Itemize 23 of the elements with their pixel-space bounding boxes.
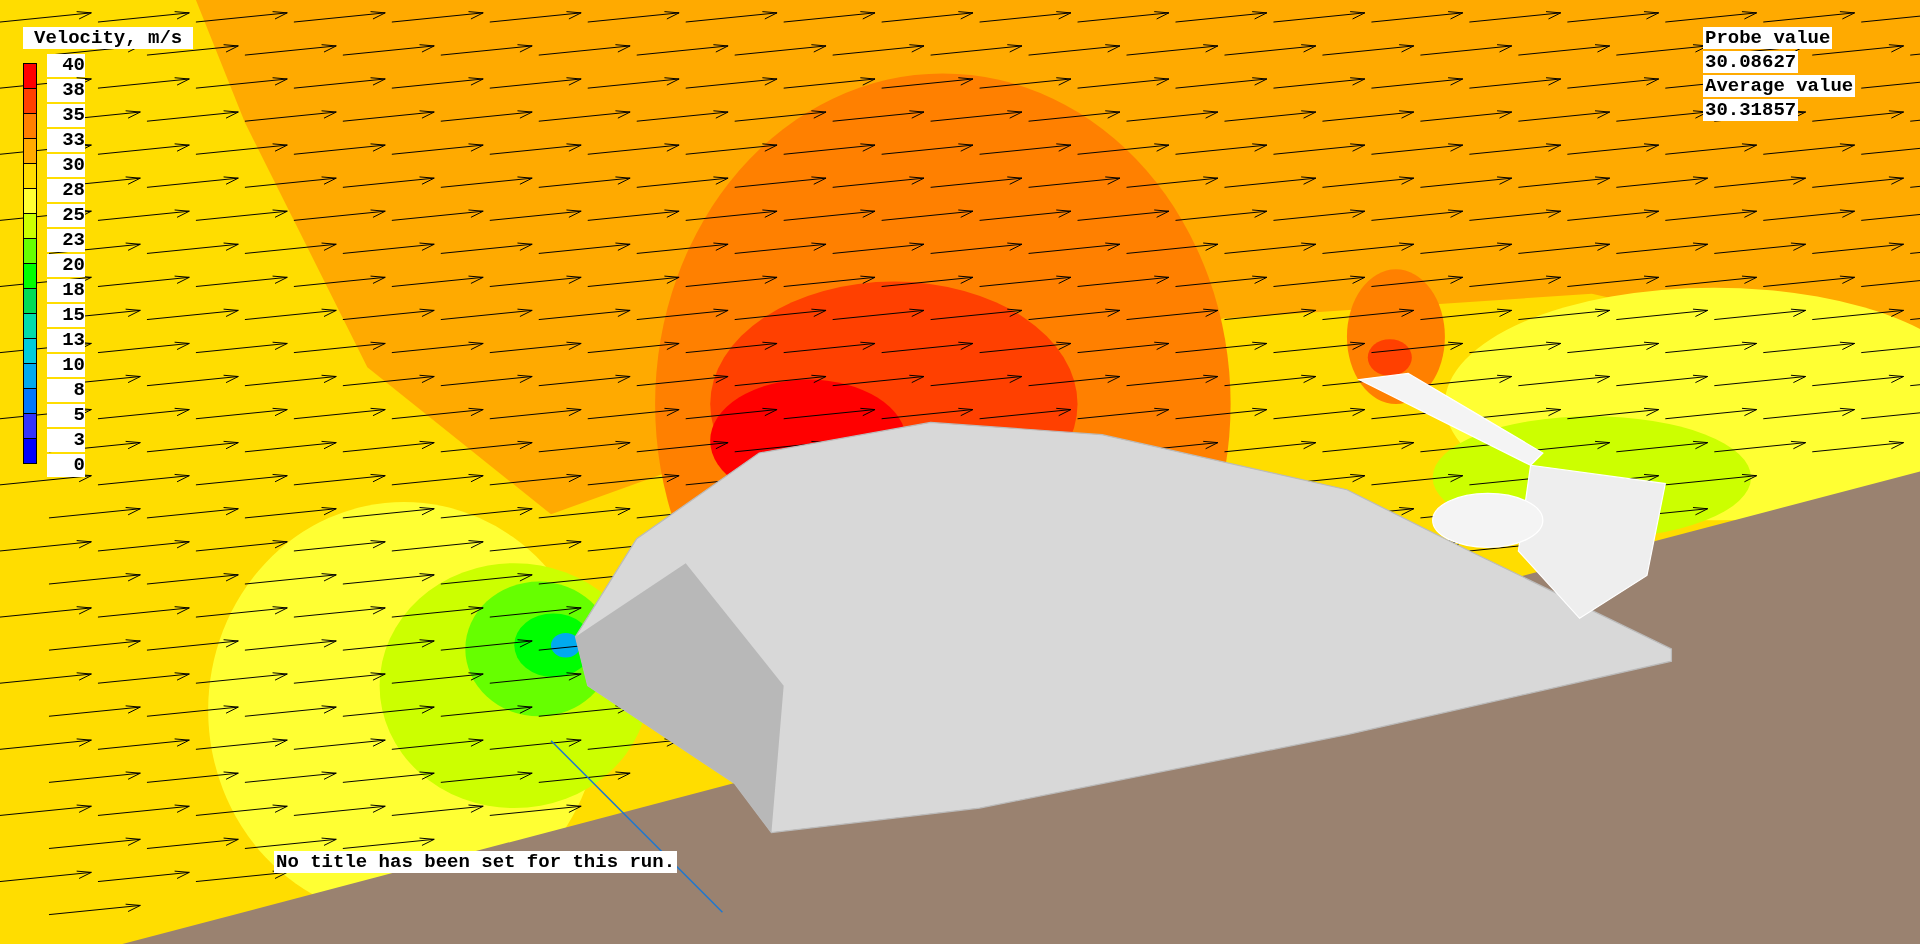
legend-value: 28 <box>47 179 85 202</box>
legend-value: 40 <box>47 54 85 77</box>
legend-value: 13 <box>47 329 85 352</box>
average-value: 30.31857 <box>1703 99 1799 121</box>
legend-value: 23 <box>47 229 85 252</box>
legend-value: 35 <box>47 104 85 127</box>
legend-value: 20 <box>47 254 85 277</box>
legend-value: 33 <box>47 129 85 152</box>
legend-value: 5 <box>47 404 85 427</box>
run-title: No title has been set for this run. <box>274 851 678 873</box>
legend-value: 25 <box>47 204 85 227</box>
legend-value: 0 <box>47 454 85 477</box>
legend-value: 30 <box>47 154 85 177</box>
legend-value: 15 <box>47 304 85 327</box>
legend-value: 8 <box>47 379 85 402</box>
probe-value: 30.08627 <box>1703 51 1799 73</box>
legend-value: 38 <box>47 79 85 102</box>
legend-value: 3 <box>47 429 85 452</box>
legend-title: Velocity, m/s <box>23 27 194 49</box>
average-label: Average value <box>1703 75 1856 97</box>
probe-label: Probe value <box>1703 27 1833 49</box>
legend-value: 18 <box>47 279 85 302</box>
legend-value: 10 <box>47 354 85 377</box>
